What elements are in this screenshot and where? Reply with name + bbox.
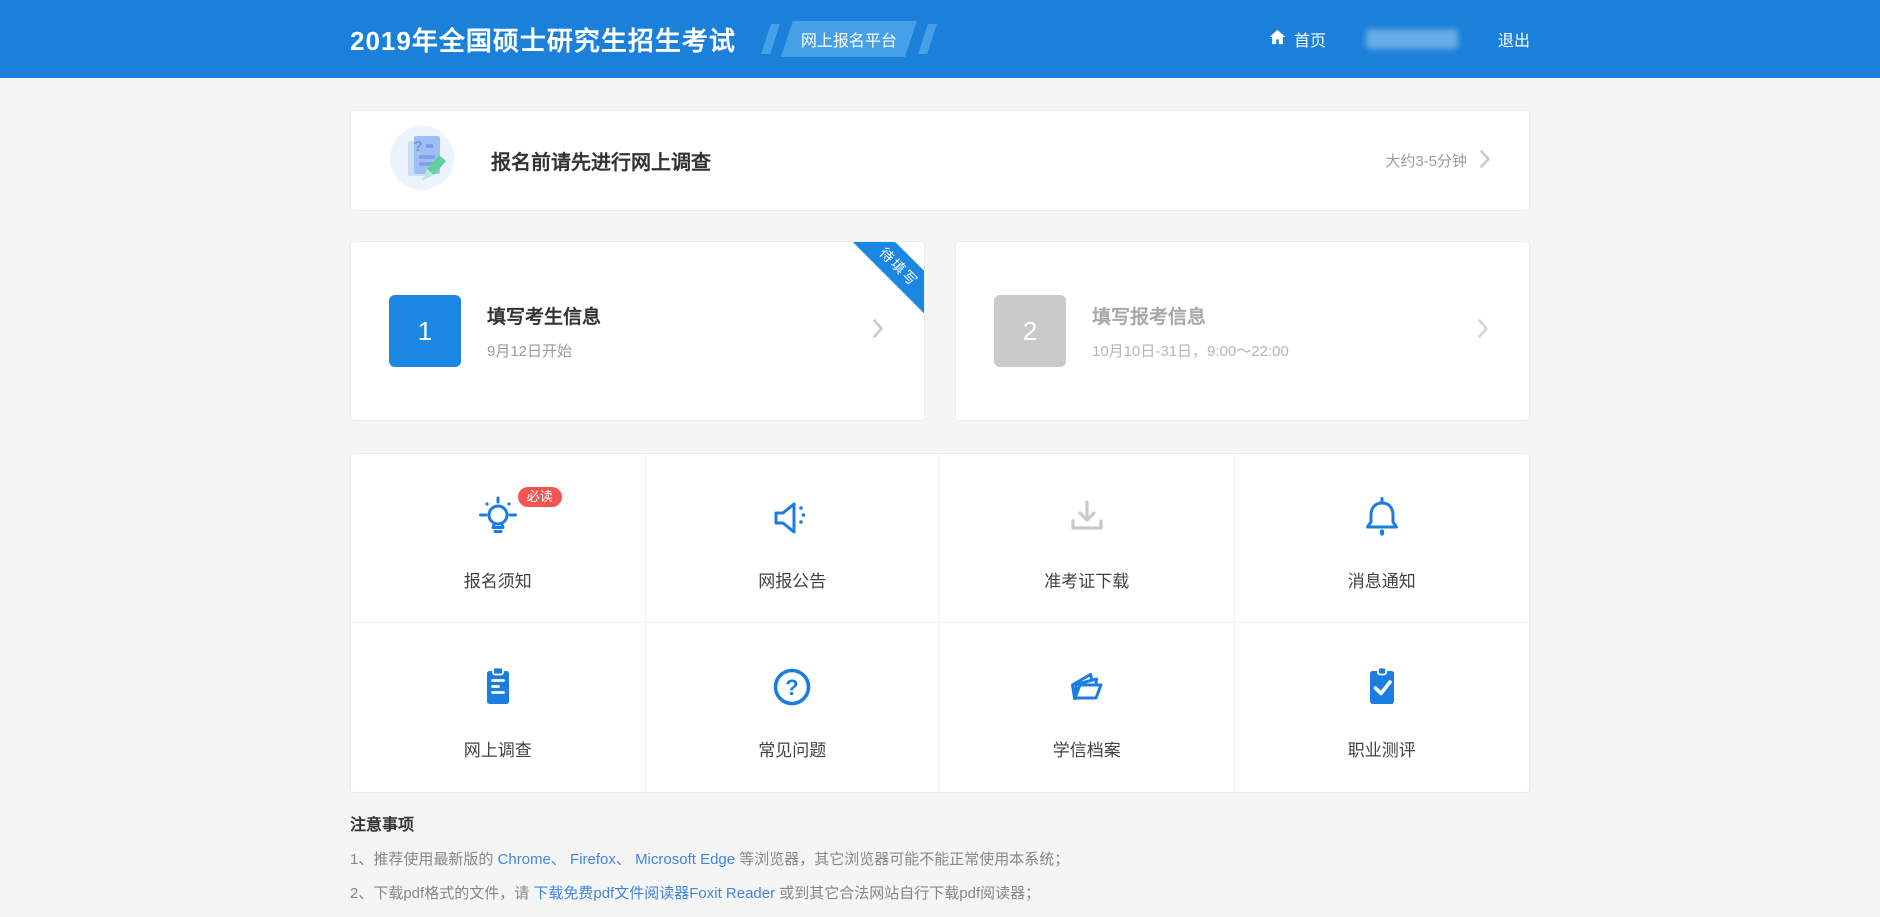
home-link[interactable]: 首页 — [1268, 27, 1326, 51]
logout-link[interactable]: 退出 — [1498, 27, 1530, 51]
note-line-1: 1、推荐使用最新版的 Chrome、 Firefox、 Microsoft Ed… — [350, 848, 1530, 869]
download-icon — [1063, 494, 1111, 547]
step1-subtitle: 9月12日开始 — [487, 340, 601, 361]
survey-banner-title: 报名前请先进行网上调查 — [491, 146, 711, 175]
megaphone-icon — [768, 494, 816, 547]
survey-banner[interactable]: ? 报名前请先进行网上调查 大约3-5分钟 — [350, 110, 1530, 211]
grid-item-label: 常见问题 — [758, 736, 826, 761]
platform-badge: 网上报名平台 — [766, 21, 932, 57]
grid-item-notifications[interactable]: 消息通知 — [1235, 454, 1530, 623]
status-ribbon-pending: 待填写 — [842, 241, 925, 324]
survey-duration: 大约3-5分钟 — [1385, 150, 1467, 171]
lightbulb-icon — [474, 494, 522, 547]
page-title: 2019年全国硕士研究生招生考试 — [350, 21, 736, 58]
step-card-fill-candidate-info[interactable]: 1 填写考生信息 9月12日开始 待填写 — [350, 241, 925, 421]
svg-text:?: ? — [413, 138, 422, 155]
home-link-label: 首页 — [1294, 27, 1326, 51]
notes-section: 注意事项 1、推荐使用最新版的 Chrome、 Firefox、 Microso… — [350, 811, 1530, 917]
grid-item-label: 网上调查 — [464, 736, 532, 761]
grid-item-online-survey[interactable]: 网上调查 — [351, 623, 646, 792]
grid-item-announcements[interactable]: 网报公告 — [646, 454, 941, 623]
app-header: 2019年全国硕士研究生招生考试 网上报名平台 首页 退出 — [0, 0, 1880, 78]
grid-item-label: 职业测评 — [1348, 736, 1416, 761]
platform-badge-label: 网上报名平台 — [781, 21, 917, 57]
grid-item-label: 消息通知 — [1348, 567, 1416, 592]
note-text: 等浏览器，其它浏览器可能不能正常使用本系统； — [735, 851, 1069, 868]
clipboard-check-icon — [1358, 663, 1406, 716]
required-badge: 必读 — [518, 487, 562, 507]
badge-stripe-left — [761, 24, 780, 54]
grid-item-faq[interactable]: ? 常见问题 — [646, 623, 941, 792]
grid-item-notice[interactable]: 必读 报名须知 — [351, 454, 646, 623]
note-text: 或到其它合法网站自行下载pdf阅读器； — [775, 885, 1040, 902]
steps-section: 1 填写考生信息 9月12日开始 待填写 2 填写报考信息 10月10日-31日… — [350, 241, 1530, 421]
step-card-fill-application-info[interactable]: 2 填写报考信息 10月10日-31日，9:00～22:00 — [955, 241, 1530, 421]
chevron-right-icon — [1479, 149, 1491, 173]
step1-title: 填写考生信息 — [487, 302, 601, 329]
survey-document-pencil-icon: ? — [389, 125, 455, 196]
clipboard-icon — [474, 663, 522, 716]
header-nav: 首页 退出 — [1268, 27, 1530, 51]
step-number-1: 1 — [389, 295, 461, 367]
archive-fan-icon — [1063, 663, 1111, 716]
grid-item-label: 学信档案 — [1053, 736, 1121, 761]
step-number-2: 2 — [994, 295, 1066, 367]
username-redacted — [1366, 29, 1458, 49]
grid-item-career-assessment[interactable]: 职业测评 — [1235, 623, 1530, 792]
note-line-2: 2、下载pdf格式的文件，请 下载免费pdf文件阅读器Foxit Reader … — [350, 882, 1530, 903]
firefox-link[interactable]: Firefox、 — [570, 851, 631, 868]
step2-title: 填写报考信息 — [1092, 302, 1289, 329]
grid-item-chsi-archive[interactable]: 学信档案 — [940, 623, 1235, 792]
grid-item-label: 网报公告 — [758, 567, 826, 592]
step2-subtitle: 10月10日-31日，9:00～22:00 — [1092, 340, 1289, 361]
grid-item-admission-ticket-download[interactable]: 准考证下载 — [940, 454, 1235, 623]
grid-item-label: 报名须知 — [464, 567, 532, 592]
badge-stripe-right — [918, 24, 937, 54]
grid-item-label: 准考证下载 — [1044, 567, 1129, 592]
notes-heading: 注意事项 — [350, 811, 1530, 835]
pdf-reader-link[interactable]: 下载免费pdf文件阅读器Foxit Reader — [533, 885, 775, 902]
svg-text:?: ? — [786, 675, 799, 700]
edge-link[interactable]: Microsoft Edge — [635, 851, 735, 868]
question-circle-icon: ? — [768, 663, 816, 716]
note-text: 1、推荐使用最新版的 — [350, 851, 498, 868]
main-content: ? 报名前请先进行网上调查 大约3-5分钟 1 填写考生信息 9月12日开始 — [350, 110, 1530, 917]
note-text: 2、下载pdf格式的文件，请 — [350, 885, 533, 902]
chevron-right-icon — [872, 318, 884, 345]
chevron-right-icon — [1477, 318, 1489, 345]
chrome-link[interactable]: Chrome、 — [498, 851, 566, 868]
home-icon — [1268, 28, 1287, 51]
function-grid: 必读 报名须知 网报公告 准考证下载 — [350, 453, 1530, 793]
bell-icon — [1358, 494, 1406, 547]
